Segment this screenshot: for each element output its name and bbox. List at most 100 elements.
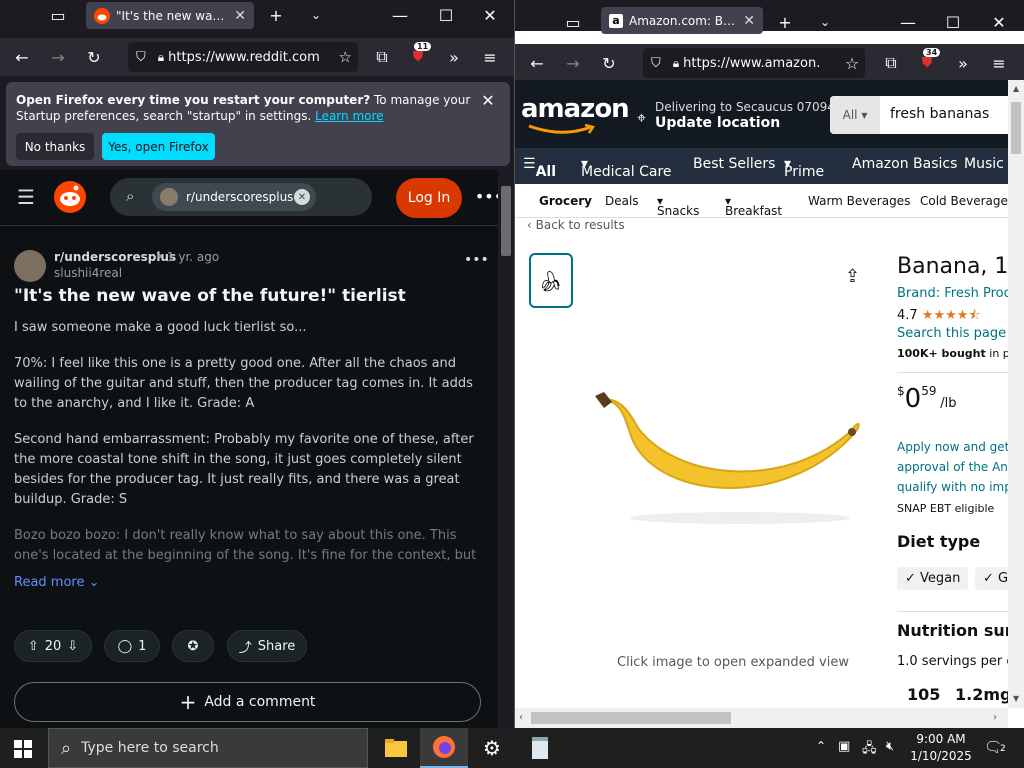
nav-music[interactable]: Music xyxy=(964,156,1004,172)
rating[interactable]: 4.7 ★★★★⯪ xyxy=(897,306,981,328)
nav-all[interactable]: ☰ All xyxy=(523,156,556,180)
subreddit-chip[interactable]: r/underscoresplus ✕ xyxy=(152,183,316,211)
menu-hamburger-icon[interactable]: ≡ xyxy=(987,51,1011,75)
read-more-link[interactable]: Read more ⌄ xyxy=(14,575,100,590)
overflow-chevron-icon[interactable]: » xyxy=(951,51,975,75)
overflow-chevron-icon[interactable]: » xyxy=(442,45,466,69)
notepad-taskbar-icon[interactable] xyxy=(516,728,564,768)
forward-icon[interactable]: → xyxy=(46,45,70,69)
post-title[interactable]: "It's the new wave of the future!" tierl… xyxy=(14,286,406,306)
extensions-icon[interactable]: ⧉ xyxy=(370,45,394,69)
tab-reddit[interactable]: "It's the new wave of t ✕ xyxy=(86,2,254,29)
reddit-logo-icon[interactable] xyxy=(54,181,86,213)
nav-medical-care[interactable]: Medical Care ▾ xyxy=(581,156,672,180)
tab-overview-icon[interactable]: ▭ xyxy=(561,10,585,34)
shield-icon[interactable]: ⛉ xyxy=(651,56,661,71)
post-more-icon[interactable]: ••• xyxy=(464,252,489,268)
reddit-search[interactable]: ⌕ r/underscoresplus ✕ xyxy=(110,178,372,216)
left-scrollbar-thumb[interactable] xyxy=(501,186,511,256)
comments-button[interactable]: ◯ 1 xyxy=(104,630,160,662)
tab-close-icon[interactable]: ✕ xyxy=(234,8,246,24)
maximize-icon[interactable]: ☐ xyxy=(434,3,458,27)
new-tab-icon[interactable]: + xyxy=(773,10,797,34)
taskbar-clock[interactable]: 9:00 AM 1/10/2025 xyxy=(906,731,976,765)
close-window-icon[interactable]: ✕ xyxy=(987,10,1011,34)
back-to-results-link[interactable]: ‹ Back to results xyxy=(527,218,625,232)
subnav-grocery[interactable]: Grocery xyxy=(539,194,592,208)
apply-line[interactable]: qualify with no imp xyxy=(897,480,1008,494)
search-input[interactable]: fresh bananas xyxy=(890,106,989,122)
forward-icon[interactable]: → xyxy=(561,51,585,75)
url-bar[interactable]: ⛉ 🔒︎ https://www.amazon. xyxy=(643,48,865,78)
network-icon[interactable]: 🖧︎ xyxy=(862,739,877,761)
scroll-down-icon[interactable]: ▼ xyxy=(1013,694,1019,703)
right-scrollbar-thumb[interactable] xyxy=(1011,102,1021,154)
award-button[interactable]: ✪ xyxy=(172,630,214,662)
nav-prime[interactable]: Prime ▾ xyxy=(784,156,824,180)
downvote-icon[interactable]: ⇩ xyxy=(67,639,78,654)
share-icon[interactable]: ⇪ xyxy=(845,266,860,287)
shield-icon[interactable]: ⛉ xyxy=(136,50,146,65)
back-icon[interactable]: ← xyxy=(10,45,34,69)
subnav-snacks[interactable]: Snacks ▾ xyxy=(657,194,699,218)
tray-app-icon[interactable]: ▣ xyxy=(838,739,850,754)
clear-chip-icon[interactable]: ✕ xyxy=(294,189,310,205)
extensions-icon[interactable]: ⧉ xyxy=(879,51,903,75)
upvote-icon[interactable]: ⇧ xyxy=(28,639,39,654)
tray-chevron-up-icon[interactable]: ⌃ xyxy=(816,739,826,753)
reload-icon[interactable]: ↻ xyxy=(82,45,106,69)
add-comment-button[interactable]: + Add a comment xyxy=(14,682,481,722)
maximize-icon[interactable]: ☐ xyxy=(941,10,965,34)
search-page-link[interactable]: Search this page xyxy=(897,326,1006,341)
scroll-left-icon[interactable]: ‹ xyxy=(519,712,523,723)
volume-muted-icon[interactable]: 🔇︎ xyxy=(886,739,894,754)
horizontal-scrollbar-thumb[interactable] xyxy=(531,712,731,724)
username[interactable]: slushii4real xyxy=(54,266,122,280)
apply-line[interactable]: approval of the An xyxy=(897,460,1008,474)
file-explorer-icon[interactable] xyxy=(372,728,420,768)
subnav-breakfast[interactable]: Breakfast ▾ xyxy=(725,194,782,218)
back-icon[interactable]: ← xyxy=(525,51,549,75)
lock-icon[interactable]: 🔒︎ xyxy=(158,50,164,65)
tab-overview-icon[interactable]: ▭ xyxy=(46,3,70,27)
reload-icon[interactable]: ↻ xyxy=(597,51,621,75)
lock-icon[interactable]: 🔒︎ xyxy=(673,56,679,71)
right-scrollbar[interactable]: ▲ ▼ xyxy=(1008,80,1024,708)
avatar[interactable] xyxy=(14,250,46,282)
tab-close-icon[interactable]: ✕ xyxy=(743,13,755,29)
minimize-icon[interactable]: — xyxy=(896,10,920,34)
nav-amazon-basics[interactable]: Amazon Basics xyxy=(852,156,957,172)
amazon-search[interactable]: All ▾ fresh bananas xyxy=(830,96,1008,134)
close-notification-icon[interactable]: ✕ xyxy=(476,88,500,112)
taskbar-search[interactable]: ⌕ Type here to search xyxy=(48,728,368,768)
apply-line[interactable]: Apply now and get xyxy=(897,440,1008,454)
horizontal-scrollbar[interactable]: ‹ › xyxy=(515,708,1008,728)
new-tab-icon[interactable]: + xyxy=(264,3,288,27)
learn-more-link[interactable]: Learn more xyxy=(315,109,383,123)
reddit-menu-icon[interactable]: ☰ xyxy=(14,185,38,209)
update-location-link[interactable]: Update location xyxy=(655,115,780,131)
close-window-icon[interactable]: ✕ xyxy=(478,3,502,27)
brand-link[interactable]: Brand: Fresh Prod xyxy=(897,286,1008,301)
chevron-down-icon[interactable]: ⌄ xyxy=(304,3,328,27)
menu-hamburger-icon[interactable]: ≡ xyxy=(478,45,502,69)
firefox-taskbar-icon[interactable] xyxy=(420,728,468,768)
chevron-down-icon[interactable]: ⌄ xyxy=(813,10,837,34)
yes-open-firefox-button[interactable]: Yes, open Firefox xyxy=(102,133,215,160)
tab-amazon[interactable]: a Amazon.com: Banar ✕ xyxy=(601,7,763,34)
scroll-right-icon[interactable]: › xyxy=(993,712,997,723)
nav-best-sellers[interactable]: Best Sellers xyxy=(693,156,775,172)
scroll-up-icon[interactable]: ▲ xyxy=(1013,84,1019,93)
bookmark-star-icon[interactable]: ☆ xyxy=(840,51,864,75)
share-button[interactable]: ⤴ Share xyxy=(227,630,307,662)
subnav-deals[interactable]: Deals xyxy=(605,194,639,208)
product-thumbnail[interactable]: 🍌︎ xyxy=(529,253,573,308)
deliver-line1[interactable]: Delivering to Secaucus 07094 xyxy=(655,100,835,114)
banana-product-image[interactable] xyxy=(590,388,865,528)
search-category[interactable]: All ▾ xyxy=(830,96,880,134)
no-thanks-button[interactable]: No thanks xyxy=(16,133,94,160)
bookmark-star-icon[interactable]: ☆ xyxy=(339,48,352,66)
minimize-icon[interactable]: — xyxy=(388,3,412,27)
settings-gear-icon[interactable]: ⚙ xyxy=(468,728,516,768)
amazon-logo[interactable]: amazon xyxy=(521,94,630,124)
